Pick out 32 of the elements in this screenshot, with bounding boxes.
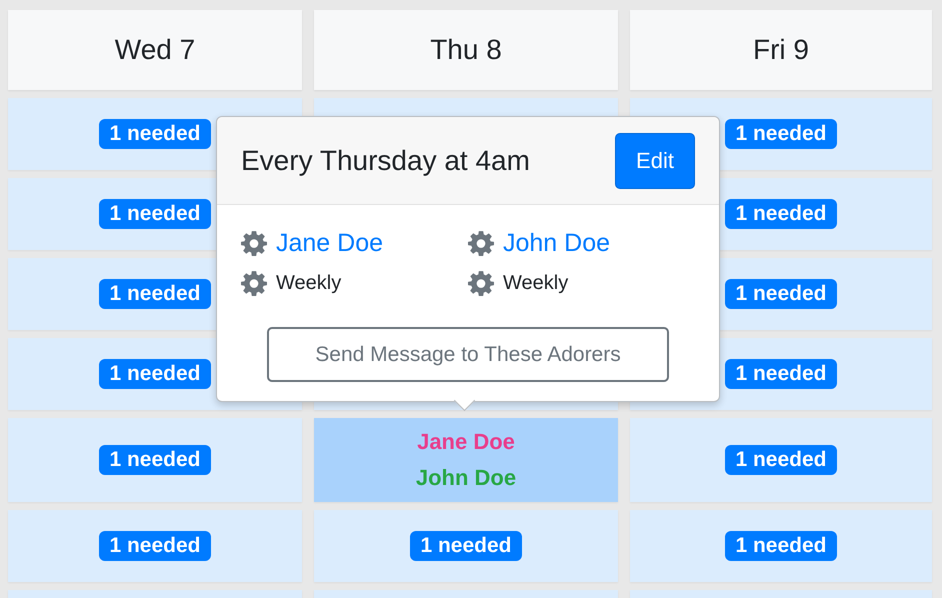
needed-badge: 1 needed: [725, 119, 837, 149]
gear-icon[interactable]: [468, 230, 494, 256]
needed-badge: 1 needed: [725, 359, 837, 389]
adorer-name: Jane Doe: [417, 428, 515, 456]
day-header: Fri 9: [630, 10, 932, 90]
needed-badge: 1 needed: [99, 531, 211, 561]
needed-badge: 1 needed: [725, 199, 837, 229]
time-slot[interactable]: 1 needed: [630, 418, 932, 502]
time-slot[interactable]: 1 needed: [8, 510, 302, 582]
needed-badge: 1 needed: [410, 531, 522, 561]
send-message-button[interactable]: Send Message to These Adorers: [267, 327, 669, 382]
needed-badge: 1 needed: [99, 119, 211, 149]
needed-badge: 1 needed: [99, 359, 211, 389]
needed-badge: 1 needed: [99, 279, 211, 309]
day-header: Thu 8: [314, 10, 618, 90]
needed-badge: 1 needed: [99, 199, 211, 229]
needed-badge: 1 needed: [725, 279, 837, 309]
time-slot[interactable]: 1 needed: [630, 510, 932, 582]
needed-badge: 1 needed: [99, 445, 211, 475]
time-slot[interactable]: 1 needed: [8, 418, 302, 502]
person-link[interactable]: John Doe: [503, 228, 610, 258]
gear-icon[interactable]: [241, 230, 267, 256]
needed-badge: 1 needed: [725, 531, 837, 561]
adorer-name: John Doe: [416, 464, 516, 492]
frequency-label: Weekly: [503, 272, 568, 294]
gear-icon[interactable]: [241, 270, 267, 296]
time-slot[interactable]: 1 needed: [314, 510, 618, 582]
needed-badge: 1 needed: [725, 445, 837, 475]
day-header: Wed 7: [8, 10, 302, 90]
time-slot[interactable]: Jane Doe John Doe: [314, 418, 618, 502]
edit-button[interactable]: Edit: [615, 132, 695, 188]
gear-icon[interactable]: [468, 270, 494, 296]
